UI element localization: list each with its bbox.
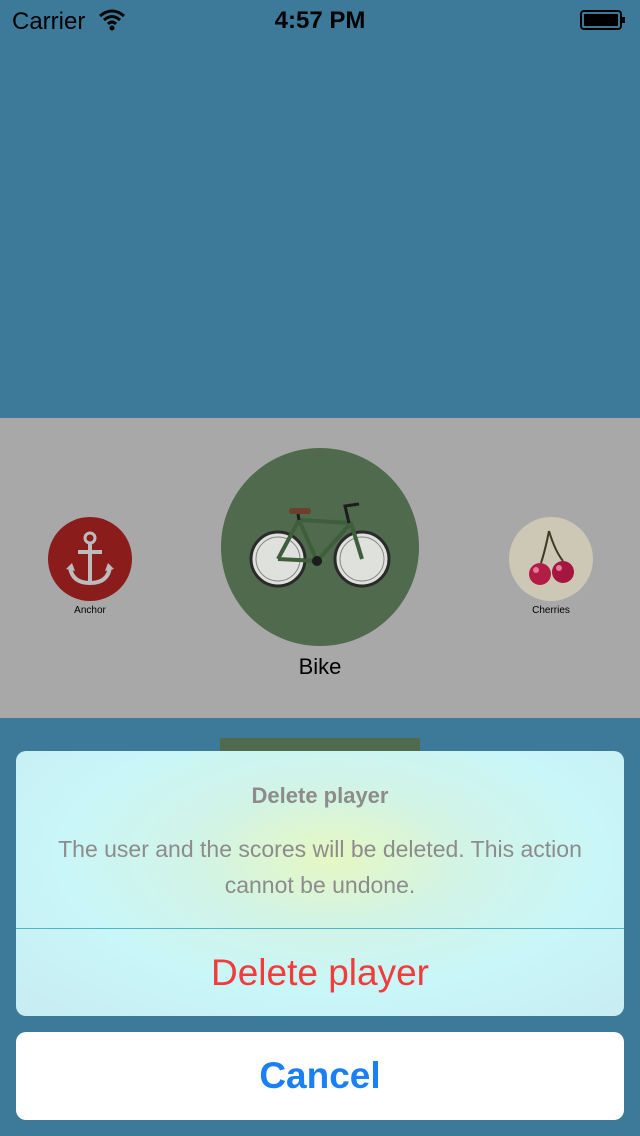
avatar-anchor[interactable]: [48, 517, 132, 601]
avatar-label-cherries: Cherries: [532, 605, 570, 616]
player-picker[interactable]: Anchor Bike Cherries: [0, 418, 640, 718]
anchor-icon: [66, 531, 114, 586]
action-sheet-title: Delete player: [251, 783, 389, 808]
action-sheet: Delete player The user and the scores wi…: [16, 751, 624, 1016]
bike-icon: [249, 502, 391, 588]
avatar-label-bike: Bike: [298, 654, 342, 679]
avatar-bike[interactable]: [221, 448, 419, 646]
status-bar: Carrier 4:57 PM: [0, 0, 640, 40]
action-sheet-message: The user and the scores will be deleted.…: [58, 836, 582, 898]
cherries-icon: [529, 530, 574, 585]
cancel-button[interactable]: Cancel: [16, 1032, 624, 1120]
delete-player-button[interactable]: Delete player: [16, 929, 624, 1016]
battery-icon: [580, 10, 625, 30]
avatar-cherries[interactable]: [509, 517, 593, 601]
avatar-label-anchor: Anchor: [74, 605, 106, 616]
clock: 4:57 PM: [274, 7, 366, 34]
